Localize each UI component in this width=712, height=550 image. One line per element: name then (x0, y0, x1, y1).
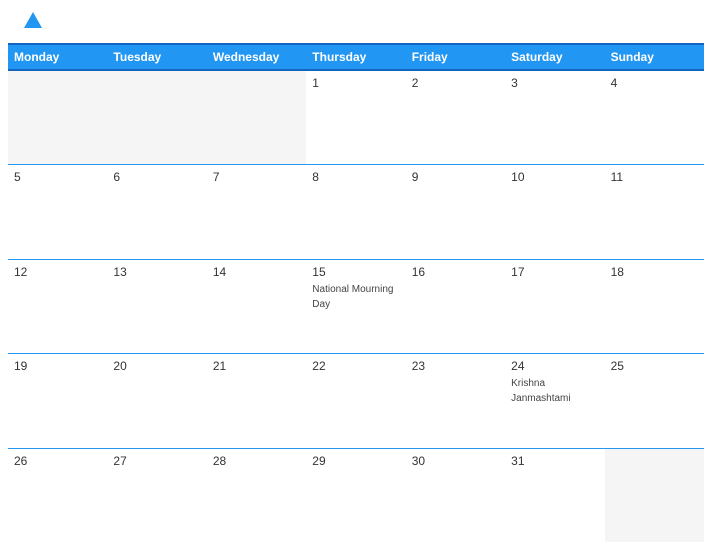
cal-cell-21: 21 (207, 354, 306, 447)
cal-cell-6: 6 (107, 165, 206, 258)
day-number: 6 (113, 170, 200, 184)
day-header-saturday: Saturday (505, 45, 604, 69)
cal-cell-empty (605, 449, 704, 542)
day-number: 8 (312, 170, 399, 184)
cal-cell-19: 19 (8, 354, 107, 447)
calendar-grid: MondayTuesdayWednesdayThursdayFridaySatu… (0, 43, 712, 550)
day-number: 3 (511, 76, 598, 90)
day-header-friday: Friday (406, 45, 505, 69)
cal-cell-7: 7 (207, 165, 306, 258)
day-number: 18 (611, 265, 698, 279)
week-row-1: 56789 10 11 (8, 165, 704, 259)
cal-cell-16: 16 (406, 260, 505, 353)
event-label: National Mourning Day (312, 284, 393, 310)
day-number: 2 (412, 76, 499, 90)
cal-cell-29: 29 (306, 449, 405, 542)
week-row-0: 1234 (8, 71, 704, 165)
week-row-3: 19 20 21 22 23 24 Krishna Janmashtami 25 (8, 354, 704, 448)
day-number: 10 (511, 170, 598, 184)
day-number: 7 (213, 170, 300, 184)
day-number: 24 (511, 359, 598, 373)
header (0, 0, 712, 43)
cal-cell-27: 27 (107, 449, 206, 542)
day-number: 28 (213, 454, 300, 468)
day-header-tuesday: Tuesday (107, 45, 206, 69)
cal-cell-15: 15 National Mourning Day (306, 260, 405, 353)
logo (20, 10, 44, 37)
day-number: 22 (312, 359, 399, 373)
cal-cell-4: 4 (605, 71, 704, 164)
cal-cell-23: 23 (406, 354, 505, 447)
cal-cell-28: 28 (207, 449, 306, 542)
cal-cell-8: 8 (306, 165, 405, 258)
week-row-2: 12 13 14 15 National Mourning Day 16 17 18 (8, 260, 704, 354)
cal-cell-22: 22 (306, 354, 405, 447)
day-number: 25 (611, 359, 698, 373)
cal-cell-3: 3 (505, 71, 604, 164)
day-header-wednesday: Wednesday (207, 45, 306, 69)
day-number: 4 (611, 76, 698, 90)
day-header-monday: Monday (8, 45, 107, 69)
day-number: 17 (511, 265, 598, 279)
day-number: 19 (14, 359, 101, 373)
day-number: 20 (113, 359, 200, 373)
cal-cell-9: 9 (406, 165, 505, 258)
day-number: 26 (14, 454, 101, 468)
cal-cell-26: 26 (8, 449, 107, 542)
cal-cell-25: 25 (605, 354, 704, 447)
week-row-4: 26 27 28 29 30 31 (8, 449, 704, 542)
day-header-sunday: Sunday (605, 45, 704, 69)
cal-cell-empty (107, 71, 206, 164)
day-number: 29 (312, 454, 399, 468)
day-number: 12 (14, 265, 101, 279)
cal-cell-30: 30 (406, 449, 505, 542)
cal-cell-17: 17 (505, 260, 604, 353)
day-number: 5 (14, 170, 101, 184)
day-number: 15 (312, 265, 399, 279)
calendar-body: 123456789101112131415National Mourning D… (8, 71, 704, 542)
logo-icon (22, 10, 44, 32)
day-header-thursday: Thursday (306, 45, 405, 69)
day-number: 21 (213, 359, 300, 373)
day-number: 31 (511, 454, 598, 468)
cal-cell-empty (8, 71, 107, 164)
day-number: 16 (412, 265, 499, 279)
cal-cell-31: 31 (505, 449, 604, 542)
day-number: 9 (412, 170, 499, 184)
day-number: 1 (312, 76, 399, 90)
cal-cell-10: 10 (505, 165, 604, 258)
cal-cell-18: 18 (605, 260, 704, 353)
day-number: 27 (113, 454, 200, 468)
calendar-page: MondayTuesdayWednesdayThursdayFridaySatu… (0, 0, 712, 550)
cal-cell-2: 2 (406, 71, 505, 164)
cal-cell-20: 20 (107, 354, 206, 447)
cal-cell-12: 12 (8, 260, 107, 353)
day-number: 11 (611, 170, 698, 184)
days-header-row: MondayTuesdayWednesdayThursdayFridaySatu… (8, 43, 704, 71)
cal-cell-1: 1 (306, 71, 405, 164)
cal-cell-14: 14 (207, 260, 306, 353)
cal-cell-empty (207, 71, 306, 164)
event-label: Krishna Janmashtami (511, 378, 570, 404)
cal-cell-24: 24 Krishna Janmashtami (505, 354, 604, 447)
day-number: 14 (213, 265, 300, 279)
day-number: 13 (113, 265, 200, 279)
cal-cell-11: 11 (605, 165, 704, 258)
cal-cell-13: 13 (107, 260, 206, 353)
day-number: 30 (412, 454, 499, 468)
day-number: 23 (412, 359, 499, 373)
cal-cell-5: 5 (8, 165, 107, 258)
